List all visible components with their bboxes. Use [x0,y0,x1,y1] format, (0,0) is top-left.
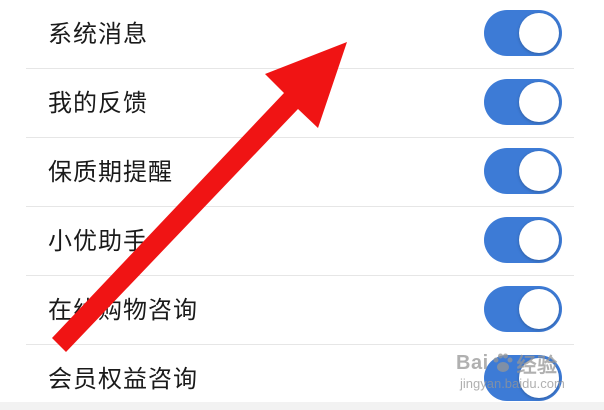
settings-row-assistant: 小优助手 [0,207,604,276]
settings-row-online-shopping-consult: 在线购物咨询 [0,276,604,345]
settings-row-expiry-reminder: 保质期提醒 [0,138,604,207]
notification-settings-screen: 系统消息 我的反馈 保质期提醒 小优助手 在线购物咨询 会员权益咨询 Bai 经… [0,0,604,410]
system-messages-toggle[interactable] [484,10,562,56]
watermark-logo: Bai 经验 [456,348,558,378]
toggle-knob [519,82,559,122]
setting-label: 系统消息 [48,20,148,48]
settings-row-system-messages: 系统消息 [0,0,604,69]
watermark-brand-right: 经验 [516,354,558,377]
watermark: Bai 经验 jingyan.baidu.com [456,348,596,400]
watermark-brand-left: Bai [456,351,489,374]
paw-icon [493,353,513,372]
online-shopping-consult-toggle[interactable] [484,286,562,332]
toggle-knob [519,289,559,329]
setting-label: 我的反馈 [48,89,148,117]
my-feedback-toggle[interactable] [484,79,562,125]
assistant-toggle[interactable] [484,217,562,263]
setting-label: 在线购物咨询 [48,296,198,324]
toggle-knob [519,151,559,191]
bottom-strip [0,402,604,410]
setting-label: 小优助手 [48,227,148,255]
setting-label: 会员权益咨询 [48,365,198,393]
watermark-url: jingyan.baidu.com [460,376,565,391]
toggle-knob [519,13,559,53]
settings-row-my-feedback: 我的反馈 [0,69,604,138]
setting-label: 保质期提醒 [48,158,173,186]
toggle-knob [519,220,559,260]
expiry-reminder-toggle[interactable] [484,148,562,194]
